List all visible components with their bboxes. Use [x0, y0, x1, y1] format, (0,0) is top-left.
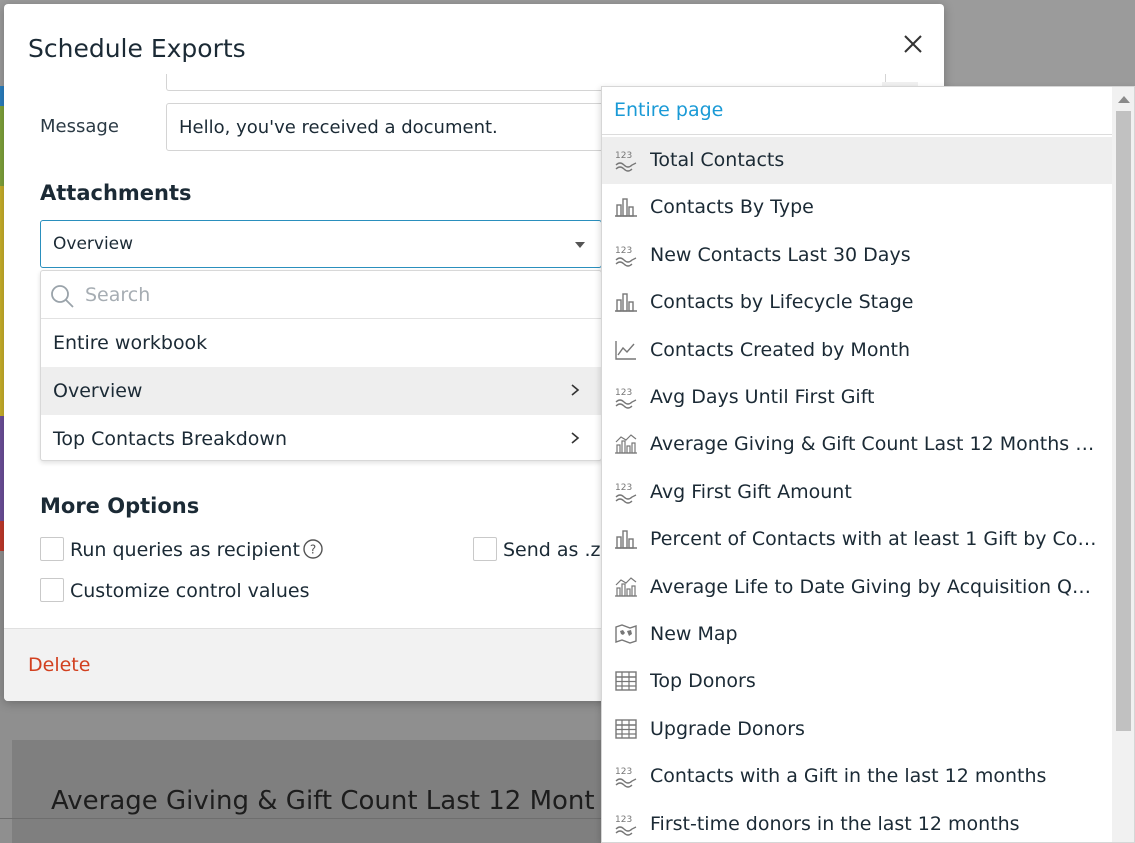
dropdown-item-label: Top Contacts Breakdown	[53, 428, 287, 450]
more-options-heading: More Options	[40, 494, 200, 518]
submenu-scrollbar[interactable]	[1112, 87, 1134, 842]
bar-chart-icon	[614, 195, 638, 219]
submenu-item[interactable]: 123 Avg First Gift Amount	[602, 469, 1112, 516]
submenu-item-label: Contacts by Lifecycle Stage	[650, 291, 914, 314]
submenu-item-label: Upgrade Donors	[650, 717, 805, 740]
help-icon[interactable]: ?	[302, 538, 324, 560]
submenu-item-label: New Map	[650, 623, 738, 645]
submenu-item-label: New Contacts Last 30 Days	[650, 243, 911, 266]
delete-button[interactable]: Delete	[28, 654, 90, 676]
combo-chart-icon	[614, 432, 638, 456]
submenu-item-label: Avg First Gift Amount	[650, 480, 852, 503]
chevron-right-icon	[571, 432, 580, 444]
attachments-heading: Attachments	[40, 181, 192, 205]
overview-submenu: Entire page 123 Total Contacts Contacts By…	[601, 86, 1135, 843]
table-icon	[614, 717, 638, 741]
submenu-item[interactable]: Average Giving & Gift Count Last 12 Mont…	[602, 421, 1112, 468]
customize-controls-label: Customize control values	[70, 580, 310, 602]
submenu-item-label: Average Giving & Gift Count Last 12 Mont…	[650, 433, 1100, 456]
submenu-item-label: Contacts with a Gift in the last 12 mont…	[650, 765, 1047, 788]
submenu-item[interactable]: Average Life to Date Giving by Acquisiti…	[602, 564, 1112, 611]
background-divider	[0, 818, 612, 819]
submenu-item[interactable]: 123 First-time donors in the last 12 mont…	[602, 801, 1112, 842]
svg-text:123: 123	[615, 151, 632, 161]
submenu-item-entire-page[interactable]: Entire page	[602, 87, 1112, 135]
number-kpi-icon: 123	[614, 243, 638, 267]
dropdown-item-overview[interactable]: Overview	[41, 367, 601, 415]
scroll-up-arrow-icon[interactable]	[1118, 96, 1130, 103]
dropdown-item-top-contacts-breakdown[interactable]: Top Contacts Breakdown	[41, 415, 601, 463]
close-button[interactable]	[899, 30, 927, 58]
scrollbar-thumb[interactable]	[1116, 111, 1131, 731]
table-icon	[614, 669, 638, 693]
background-chart-title: Average Giving & Gift Count Last 12 Mont	[51, 786, 595, 816]
map-icon	[614, 622, 638, 646]
submenu-item-label: Contacts Created by Month	[650, 338, 910, 361]
submenu-item[interactable]: New Map	[602, 611, 1112, 658]
submenu-item[interactable]: Top Donors	[602, 658, 1112, 705]
submenu-item[interactable]: Contacts Created by Month	[602, 327, 1112, 374]
attachment-dropdown: Entire workbook Overview Top Contacts Br…	[40, 270, 602, 461]
submenu-item[interactable]: Percent of Contacts with at least 1 Gift…	[602, 516, 1112, 563]
submenu-item-label: Contacts By Type	[650, 196, 814, 219]
number-kpi-icon: 123	[614, 764, 638, 788]
attachment-select[interactable]: Overview	[40, 220, 602, 268]
customize-controls-checkbox[interactable]	[40, 578, 64, 602]
submenu-item-label: Average Life to Date Giving by Acquisiti…	[650, 575, 1100, 598]
submenu-item[interactable]: Contacts By Type	[602, 184, 1112, 231]
submenu-item[interactable]: Upgrade Donors	[602, 706, 1112, 753]
close-icon	[904, 35, 922, 53]
number-kpi-icon: 123	[614, 480, 638, 504]
dropdown-item-label: Overview	[53, 380, 143, 402]
dropdown-search-input[interactable]	[85, 281, 585, 309]
submenu-item[interactable]: 123 New Contacts Last 30 Days	[602, 232, 1112, 279]
svg-text:123: 123	[615, 483, 632, 493]
run-queries-label: Run queries as recipient	[70, 539, 300, 561]
send-zip-checkbox[interactable]	[473, 537, 497, 561]
submenu-item-label: First-time donors in the last 12 months	[650, 812, 1020, 835]
number-kpi-icon: 123	[614, 148, 638, 172]
modal-title: Schedule Exports	[28, 34, 246, 63]
caret-down-icon	[575, 242, 585, 248]
submenu-item-label: Top Donors	[650, 670, 756, 693]
run-queries-checkbox[interactable]	[40, 537, 64, 561]
number-kpi-icon: 123	[614, 812, 638, 836]
svg-text:123: 123	[615, 815, 632, 825]
submenu-header-label: Entire page	[614, 99, 724, 121]
line-chart-icon	[614, 338, 638, 362]
search-icon	[51, 285, 74, 308]
submenu-item-label: Percent of Contacts with at least 1 Gift…	[650, 528, 1100, 551]
svg-text:123: 123	[615, 246, 632, 256]
dropdown-item-label: Entire workbook	[53, 332, 208, 354]
bar-chart-icon	[614, 527, 638, 551]
svg-text:123: 123	[615, 767, 632, 777]
chevron-right-icon	[571, 384, 580, 396]
svg-text:123: 123	[615, 388, 632, 398]
dropdown-item-entire-workbook[interactable]: Entire workbook	[41, 319, 601, 367]
message-label: Message	[40, 116, 119, 137]
submenu-item-label: Total Contacts	[650, 149, 785, 171]
submenu-item[interactable]: Contacts by Lifecycle Stage	[602, 279, 1112, 326]
bar-chart-icon	[614, 290, 638, 314]
submenu-item[interactable]: 123 Contacts with a Gift in the last 12 m…	[602, 753, 1112, 800]
attachment-select-value: Overview	[53, 234, 134, 254]
number-kpi-icon: 123	[614, 385, 638, 409]
dropdown-search	[41, 271, 601, 319]
submenu-item-label: Avg Days Until First Gift	[650, 386, 875, 408]
submenu-item[interactable]: 123 Total Contacts	[602, 137, 1112, 184]
svg-text:?: ?	[310, 543, 316, 557]
submenu-item[interactable]: 123 Avg Days Until First Gift	[602, 374, 1112, 421]
combo-chart-icon	[614, 575, 638, 599]
